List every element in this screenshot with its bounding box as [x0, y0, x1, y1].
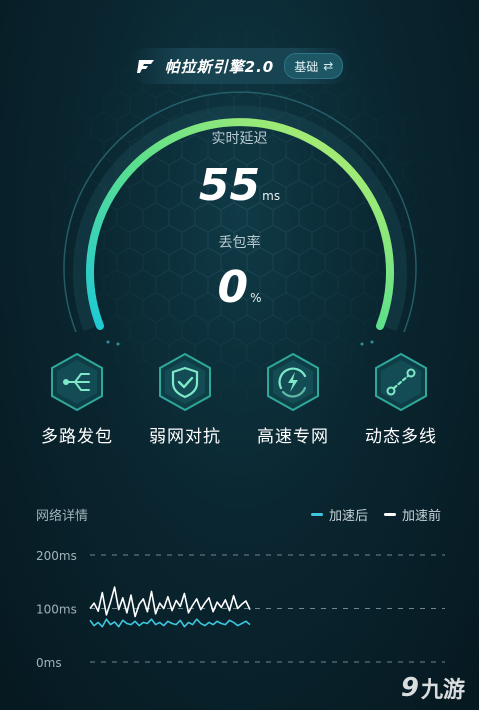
- packet-loss-value: 0: [217, 262, 249, 313]
- engine-header: 帕拉斯引擎2.0 基础 ⇄: [130, 48, 350, 84]
- packet-loss-label: 丢包率: [218, 235, 261, 251]
- series-line-after: [89, 618, 251, 628]
- chart-legend: 加速后 加速前: [310, 505, 441, 524]
- latency-label: 实时延迟: [211, 131, 268, 147]
- feature-label: 多路发包: [41, 427, 113, 447]
- multipath-icon: [51, 352, 103, 412]
- latency-value-group: 55 ms: [0, 160, 479, 211]
- y-tick-label: 100ms: [36, 603, 77, 617]
- legend-label-before: 加速前: [401, 509, 441, 524]
- legend-swatch-after: [310, 513, 323, 516]
- feature-row: 多路发包 弱网对抗 高速专网 动态多线: [0, 350, 479, 460]
- feature-label: 动态多线: [365, 427, 437, 447]
- packet-loss-value-group: 0%: [0, 262, 479, 313]
- mode-switch-button[interactable]: 基础 ⇄: [284, 53, 344, 79]
- legend-item-after: 加速后: [310, 505, 368, 524]
- watermark-mark: 9: [400, 673, 419, 703]
- engine-logo-icon: [136, 60, 154, 73]
- shield-check-icon: [159, 352, 211, 412]
- feature-dynamic-multiline[interactable]: 动态多线: [347, 350, 455, 447]
- legend-label-after: 加速后: [328, 509, 368, 524]
- mode-label: 基础: [294, 59, 319, 74]
- lightning-icon: [267, 352, 319, 412]
- network-details-title: 网络详情: [36, 509, 89, 524]
- feature-label: 高速专网: [257, 427, 329, 447]
- swap-icon: ⇄: [323, 59, 334, 73]
- packet-loss-unit: %: [250, 291, 262, 305]
- feature-high-speed[interactable]: 高速专网: [239, 350, 347, 447]
- legend-swatch-before: [383, 513, 396, 516]
- feature-label: 弱网对抗: [149, 427, 221, 447]
- watermark-text: 九游: [420, 678, 465, 703]
- feature-weak-network[interactable]: 弱网对抗: [131, 350, 239, 447]
- watermark-logo: 9 九游: [401, 672, 465, 704]
- feature-multipath[interactable]: 多路发包: [23, 350, 131, 447]
- series-line-before: [89, 586, 251, 618]
- y-tick-label: 0ms: [36, 656, 62, 670]
- legend-item-before: 加速前: [383, 505, 441, 524]
- latency-unit: ms: [262, 189, 281, 203]
- route-icon: [375, 352, 427, 412]
- y-tick-label: 200ms: [36, 549, 77, 563]
- latency-value: 55: [198, 160, 261, 211]
- engine-title: 帕拉斯引擎2.0: [164, 57, 275, 76]
